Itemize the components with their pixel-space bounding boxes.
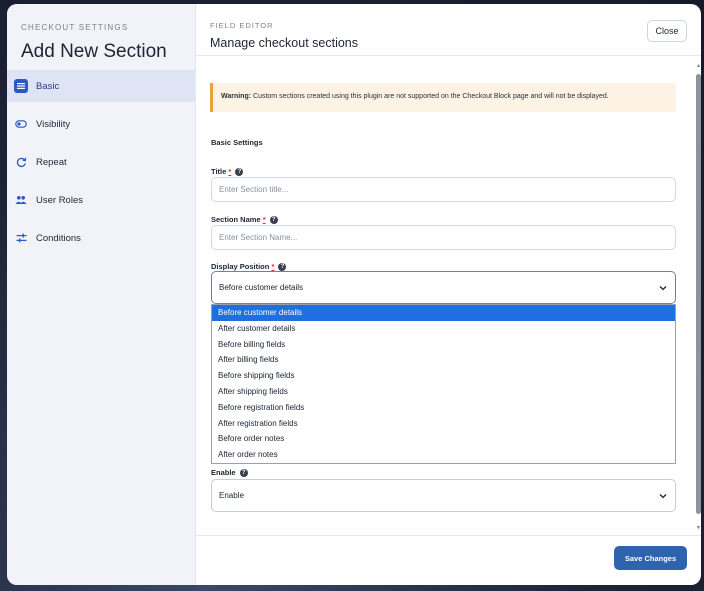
main-panel: FIELD EDITOR Manage checkout sections Cl… [196, 4, 701, 585]
dropdown-option[interactable]: After registration fields [212, 416, 675, 432]
required-marker: * [271, 262, 275, 271]
scrollbar-thumb[interactable] [696, 74, 701, 514]
sidebar-item-repeat[interactable]: Repeat [7, 146, 195, 178]
dropdown-option[interactable]: Before billing fields [212, 337, 675, 353]
section-name-input[interactable] [211, 225, 676, 250]
sidebar-item-basic[interactable]: Basic [7, 70, 195, 102]
required-marker: * [262, 215, 266, 224]
dropdown-option[interactable]: After customer details [212, 321, 675, 337]
sidebar-eyebrow: CHECKOUT SETTINGS [21, 23, 129, 32]
scroll-up-icon[interactable]: ▲ [696, 64, 701, 69]
sidebar-item-label: Conditions [36, 232, 81, 244]
display-position-dropdown: Before customer details After customer d… [211, 304, 676, 464]
sidebar-item-label: User Roles [36, 194, 83, 206]
form-content: Warning: Custom sections created using t… [196, 57, 701, 535]
close-button[interactable]: Close [647, 20, 687, 42]
help-icon[interactable]: ? [269, 216, 278, 225]
scroll-down-icon[interactable]: ▼ [696, 526, 701, 531]
save-changes-button[interactable]: Save Changes [614, 546, 687, 570]
section-name-label-text: Section Name [211, 215, 261, 224]
chevron-down-icon [659, 286, 667, 291]
sidebar: CHECKOUT SETTINGS Add New Section Basic … [7, 4, 196, 585]
sidebar-item-user-roles[interactable]: User Roles [7, 184, 195, 216]
section-name-label: Section Name * ? [211, 215, 278, 225]
required-marker: * [228, 167, 232, 176]
header: FIELD EDITOR Manage checkout sections Cl… [196, 4, 701, 56]
enable-select[interactable]: Enable [211, 479, 676, 512]
dropdown-option[interactable]: Before registration fields [212, 400, 675, 416]
display-position-label-text: Display Position [211, 262, 270, 271]
sidebar-item-label: Basic [36, 80, 60, 92]
dropdown-option[interactable]: Before shipping fields [212, 368, 675, 384]
sidebar-item-visibility[interactable]: Visibility [7, 108, 195, 140]
title-label-text: Title [211, 167, 227, 176]
header-eyebrow: FIELD EDITOR [210, 21, 274, 30]
warning-label: Warning: [221, 93, 252, 100]
title-input[interactable] [211, 177, 676, 202]
add-section-modal: CHECKOUT SETTINGS Add New Section Basic … [7, 4, 701, 585]
help-icon[interactable]: ? [278, 263, 287, 272]
sidebar-item-conditions[interactable]: Conditions [7, 222, 195, 254]
refresh-icon [14, 155, 28, 169]
warning-text: Custom sections created using this plugi… [251, 93, 609, 100]
users-icon [14, 193, 28, 207]
section-title: Basic Settings [211, 138, 263, 147]
page-title: Manage checkout sections [210, 36, 359, 50]
warning-banner: Warning: Custom sections created using t… [210, 83, 676, 112]
display-position-select[interactable]: Before customer details [211, 271, 676, 304]
display-position-label: Display Position * ? [211, 262, 287, 272]
chevron-down-icon [659, 494, 667, 499]
select-value: Before customer details [219, 283, 304, 292]
footer: Save Changes [196, 535, 701, 585]
sidebar-item-label: Repeat [36, 156, 67, 168]
help-icon[interactable]: ? [235, 168, 244, 177]
help-icon[interactable]: ? [239, 469, 248, 478]
sliders-icon [14, 231, 28, 245]
enable-label-text: Enable [211, 468, 236, 477]
toggle-icon [14, 117, 28, 131]
dropdown-option[interactable]: After order notes [212, 447, 675, 463]
sidebar-nav: Basic Visibility Repeat User Roles Condi… [7, 70, 195, 254]
enable-label: Enable ? [211, 468, 248, 478]
dropdown-option[interactable]: Before order notes [212, 431, 675, 447]
dropdown-option[interactable]: After billing fields [212, 352, 675, 368]
dropdown-option[interactable]: After shipping fields [212, 384, 675, 400]
dropdown-option[interactable]: Before customer details [212, 305, 675, 321]
scrollbar[interactable]: ▲ ▼ [696, 64, 701, 534]
select-value: Enable [219, 491, 244, 500]
title-label: Title * ? [211, 167, 244, 177]
sidebar-title: Add New Section [21, 41, 167, 62]
sidebar-item-label: Visibility [36, 118, 71, 130]
list-icon [14, 79, 28, 93]
